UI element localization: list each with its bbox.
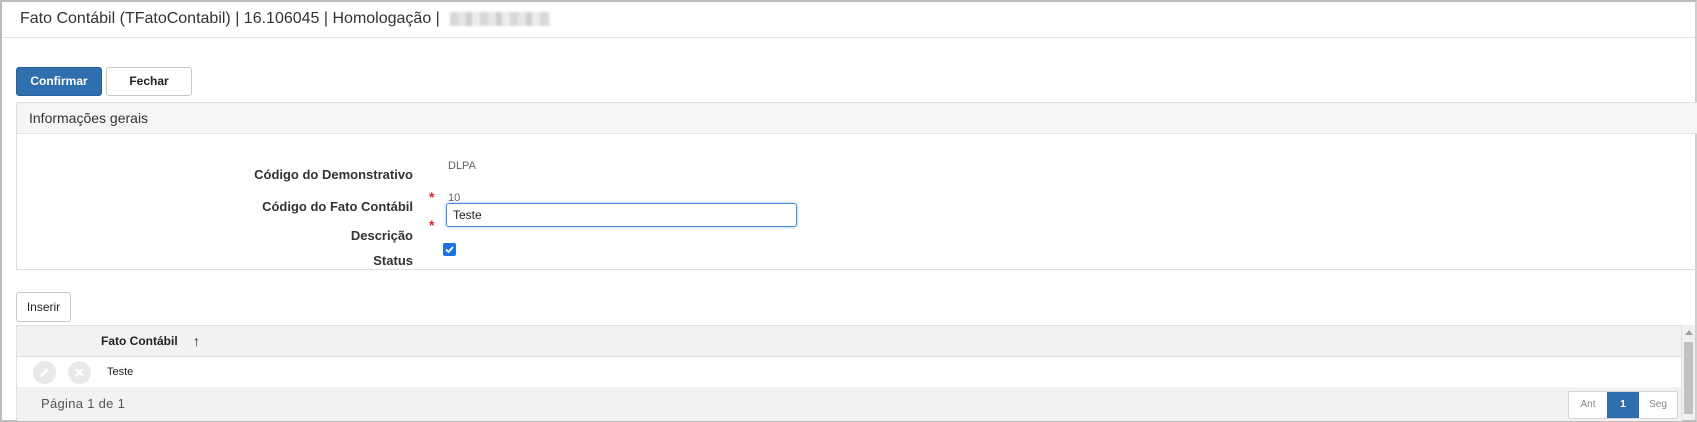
status-label: Status [373, 253, 413, 268]
fato-contabil-label: Código do Fato Contábil [262, 199, 413, 214]
pager-page-button[interactable]: 1 [1607, 392, 1639, 418]
delete-row-button[interactable] [68, 361, 91, 384]
required-marker: * [429, 189, 435, 205]
vertical-scrollbar[interactable] [1681, 325, 1695, 420]
general-info-panel: Informações gerais [16, 102, 1697, 270]
pager-next-button[interactable]: Seg [1639, 392, 1677, 418]
column-header-fato-contabil[interactable]: Fato Contábil [101, 326, 178, 356]
edit-row-button[interactable] [33, 361, 56, 384]
pagination: Ant 1 Seg [1568, 391, 1678, 419]
table-row[interactable]: Teste [17, 357, 1681, 388]
fato-contabil-grid: Fato Contábil ↑ Teste Página 1 de 1 Ant … [16, 325, 1682, 421]
title-divider [2, 37, 1695, 38]
close-button[interactable]: Fechar [106, 67, 192, 96]
close-icon [75, 368, 84, 377]
arrow-up-icon[interactable]: ↑ [193, 334, 200, 348]
pager-prev-button[interactable]: Ant [1569, 392, 1607, 418]
descricao-input[interactable] [446, 203, 797, 227]
confirm-button[interactable]: Confirmar [16, 67, 102, 96]
row-fato-contabil: Teste [107, 366, 134, 378]
window-title: Fato Contábil (TFatoContabil) | 16.10604… [20, 8, 550, 30]
grid-footer: Página 1 de 1 Ant 1 Seg [17, 387, 1682, 421]
demonstrativo-label: Código do Demonstrativo [254, 167, 413, 182]
demonstrativo-value: DLPA [448, 160, 476, 172]
status-checkbox[interactable] [443, 243, 456, 256]
general-info-header[interactable]: Informações gerais [17, 103, 1697, 134]
page-info: Página 1 de 1 [41, 396, 126, 411]
insert-button[interactable]: Inserir [16, 292, 71, 322]
checkmark-icon [445, 246, 454, 254]
redacted-environment-name [449, 12, 550, 26]
descricao-label: Descrição [350, 228, 413, 243]
scrollbar-thumb[interactable] [1684, 342, 1693, 414]
window-title-text: Fato Contábil (TFatoContabil) | 16.10604… [20, 10, 440, 27]
required-marker: * [429, 217, 435, 233]
scroll-up-icon[interactable] [1685, 330, 1693, 335]
pencil-icon [40, 368, 49, 377]
grid-header: Fato Contábil ↑ [17, 326, 1681, 357]
